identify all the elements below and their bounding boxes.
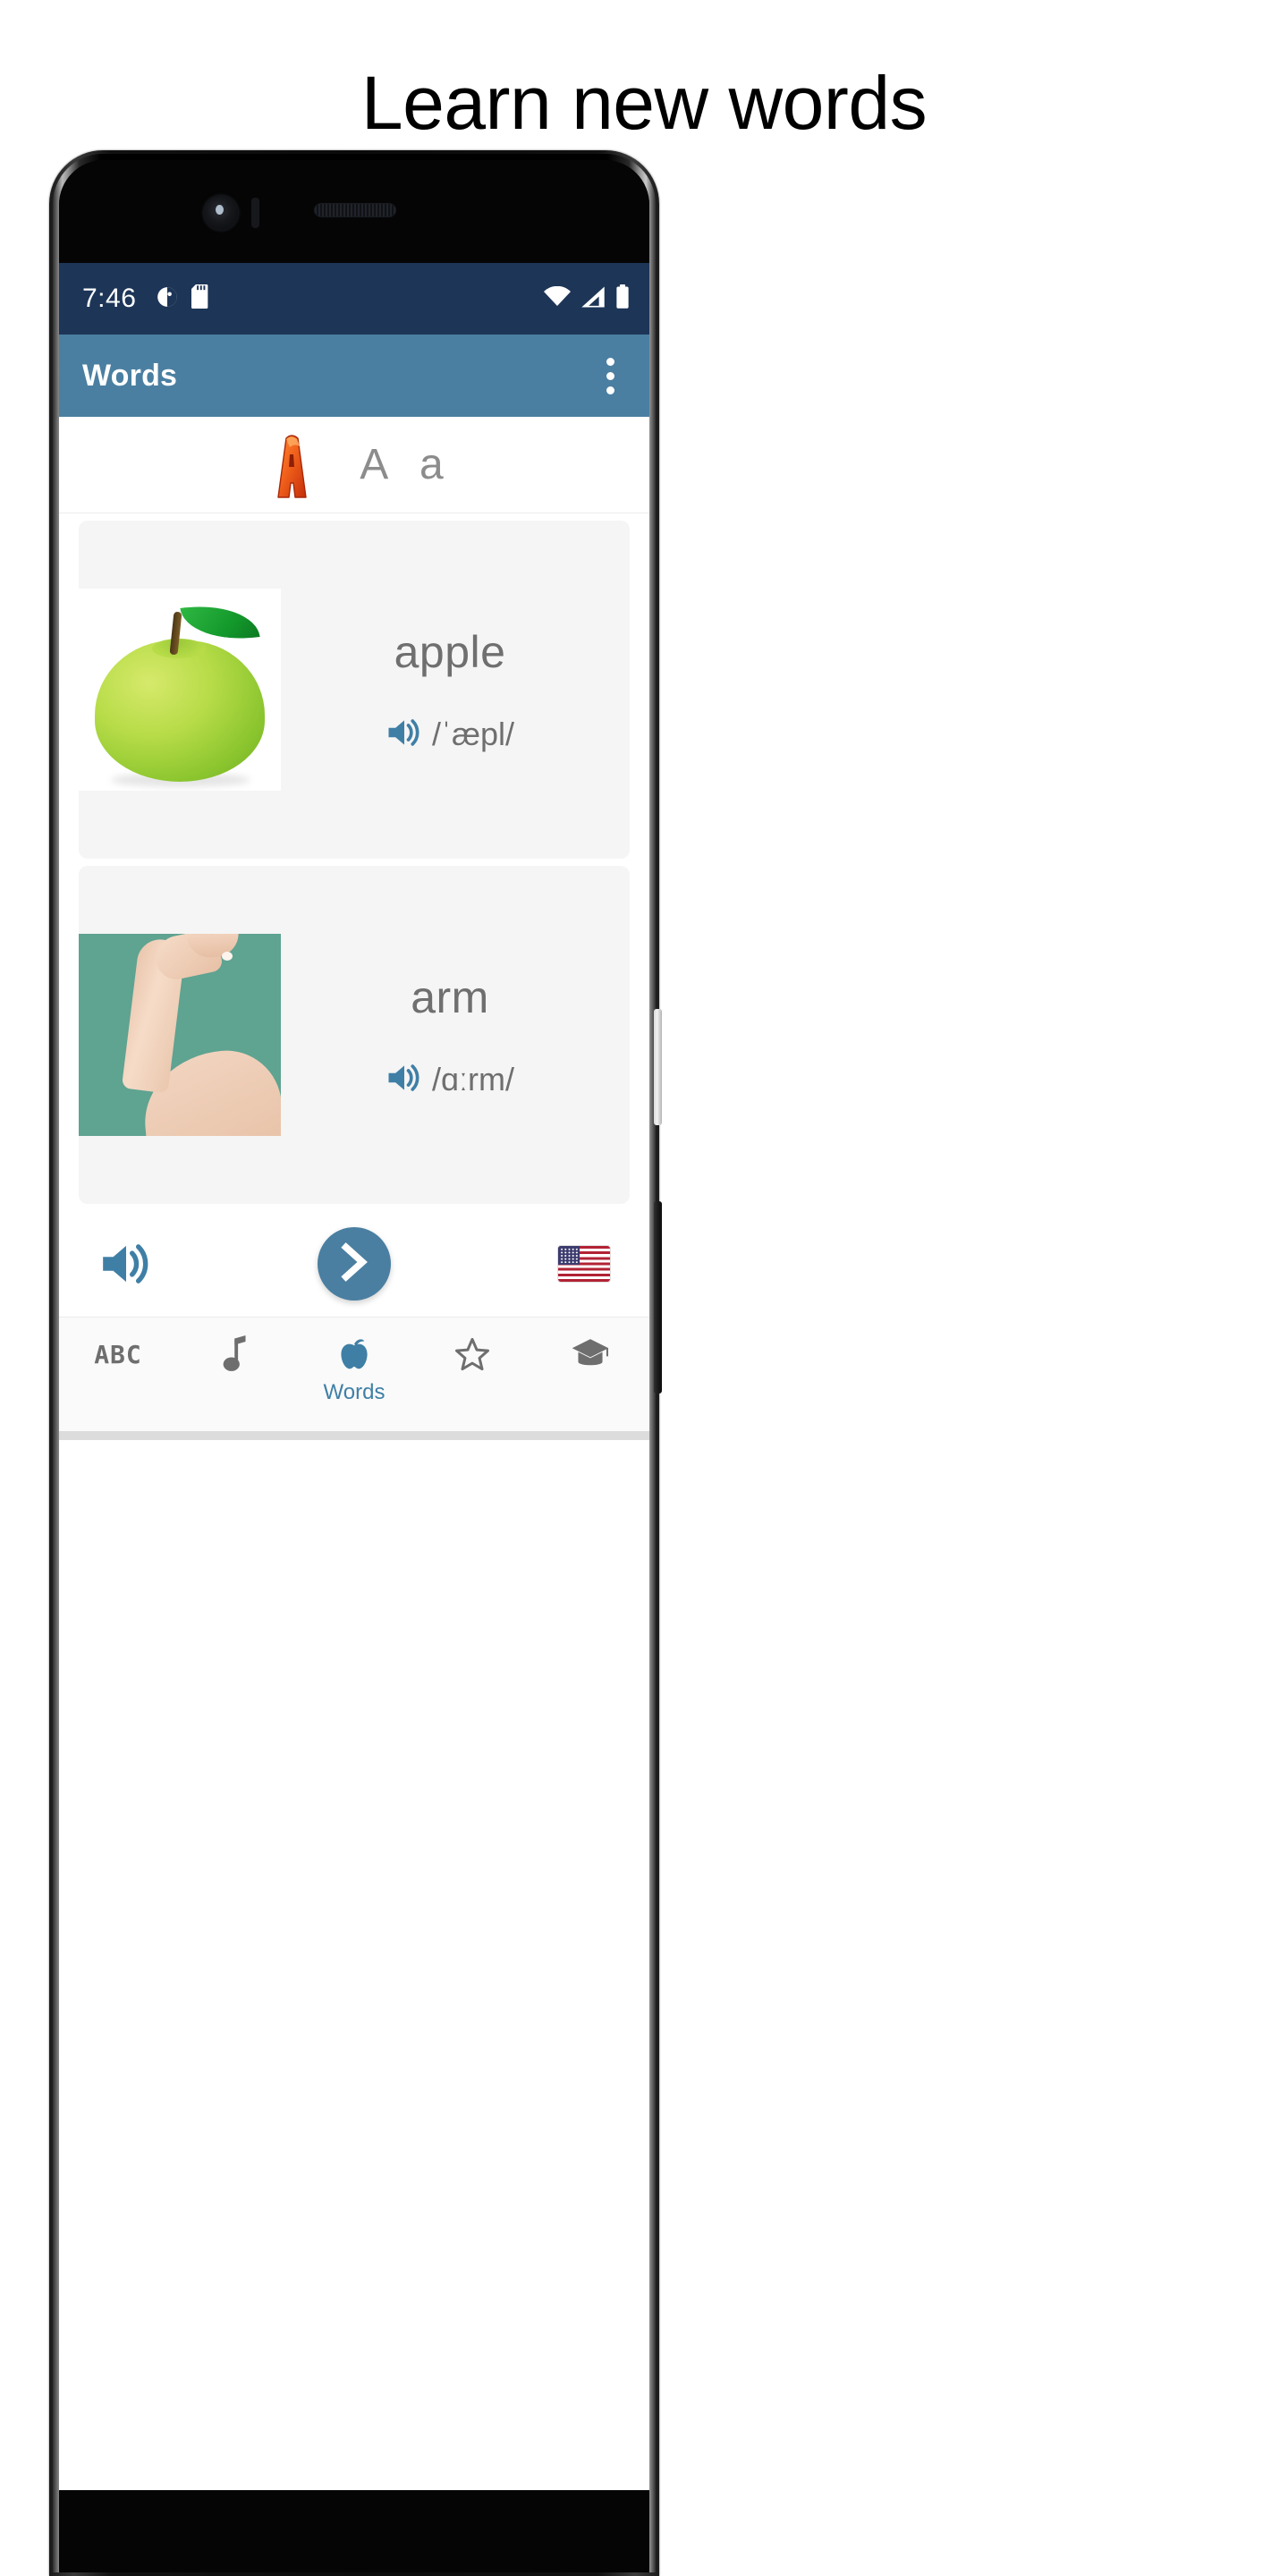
chevron-right-icon (338, 1241, 370, 1286)
flag-stars (560, 1248, 578, 1263)
status-bar-system-icons (544, 284, 630, 314)
status-bar-notification-icons (156, 284, 211, 313)
pronunciation-row-apple[interactable]: /ˈæpl/ (386, 716, 514, 753)
word-card-arm[interactable]: arm /ɑːrm/ (79, 866, 630, 1204)
pronunciation-row-arm[interactable]: /ɑːrm/ (386, 1061, 514, 1098)
overflow-dot (606, 357, 614, 366)
phone-bottom-bezel (59, 2490, 649, 2572)
status-bar: 7:46 (59, 263, 649, 335)
speaker-icon[interactable] (386, 1062, 423, 1098)
app-bar: Words (59, 335, 649, 417)
cellular-signal-icon (580, 286, 606, 312)
word-label-arm: arm (411, 972, 489, 1022)
arm-illustration (79, 934, 281, 1136)
phone-screen-area: 7:46 Words A a apple /ˈæpl/ arm /ɑːrm/ A… (59, 160, 649, 2572)
front-camera-icon (204, 196, 238, 230)
flag-canton (558, 1246, 580, 1265)
phonetic-label-arm: /ɑːrm/ (431, 1061, 514, 1097)
letter-pair-label: A a (360, 441, 454, 488)
arm-fingernail (222, 952, 233, 961)
music-note-icon (222, 1334, 250, 1375)
status-bar-clock: 7:46 (82, 284, 137, 313)
letter-a-image (254, 428, 329, 503)
apple-body (95, 640, 265, 782)
page-title: Learn new words (360, 61, 928, 145)
nav-label-words: Words (323, 1380, 386, 1404)
battery-icon (615, 284, 630, 314)
star-icon (453, 1334, 491, 1375)
volume-rocker-button[interactable] (654, 1201, 662, 1394)
abc-icon-label: ABC (94, 1339, 142, 1369)
nav-item-alphabet[interactable]: ABC (59, 1334, 177, 1380)
play-all-speaker-icon[interactable] (98, 1235, 156, 1292)
power-button[interactable] (654, 1009, 662, 1125)
phone-device-frame: 7:46 Words A a apple /ˈæpl/ arm /ɑːrm/ A… (49, 150, 662, 2576)
bottom-navigation-bar[interactable]: ABC Words (59, 1317, 649, 1431)
word-image-apple[interactable] (79, 589, 281, 791)
wifi-icon (544, 285, 571, 312)
nav-item-favorites[interactable] (413, 1334, 531, 1380)
sd-card-icon (191, 284, 211, 313)
word-card-apple[interactable]: apple /ˈæpl/ (79, 521, 630, 859)
nav-item-songs[interactable] (177, 1334, 295, 1380)
app-bar-title: Words (82, 358, 178, 393)
word-list[interactable]: apple /ˈæpl/ arm /ɑːrm/ (59, 521, 649, 1204)
word-text-column-apple: apple /ˈæpl/ (281, 626, 630, 753)
speaker-icon[interactable] (386, 716, 423, 753)
system-gesture-bar[interactable] (59, 1431, 649, 1440)
graduation-cap-icon (571, 1334, 610, 1375)
light-sensor-icon (251, 198, 259, 228)
do-not-disturb-icon (156, 285, 179, 313)
phonetic-label-apple: /ˈæpl/ (431, 716, 515, 752)
camera-glint (216, 205, 224, 215)
earpiece-speaker-icon (314, 203, 396, 217)
abc-icon: ABC (94, 1334, 142, 1375)
overflow-dot (606, 371, 614, 380)
word-label-apple: apple (394, 627, 506, 677)
nav-item-learn[interactable] (531, 1334, 649, 1380)
next-button[interactable] (318, 1227, 391, 1301)
overflow-dot (606, 386, 614, 394)
language-flag-us-icon[interactable] (558, 1246, 610, 1282)
apple-illustration (79, 589, 281, 791)
word-text-column-arm: arm /ɑːrm/ (281, 971, 630, 1098)
app-screen: 7:46 Words A a apple /ˈæpl/ arm /ɑːrm/ A… (59, 263, 649, 2490)
nav-item-words[interactable]: Words (295, 1334, 413, 1405)
word-image-arm[interactable] (79, 934, 281, 1136)
action-bar (59, 1211, 649, 1317)
apple-icon (338, 1334, 370, 1375)
phone-top-bezel (59, 160, 649, 263)
overflow-menu-icon[interactable] (589, 351, 631, 401)
letter-header[interactable]: A a (59, 417, 649, 513)
